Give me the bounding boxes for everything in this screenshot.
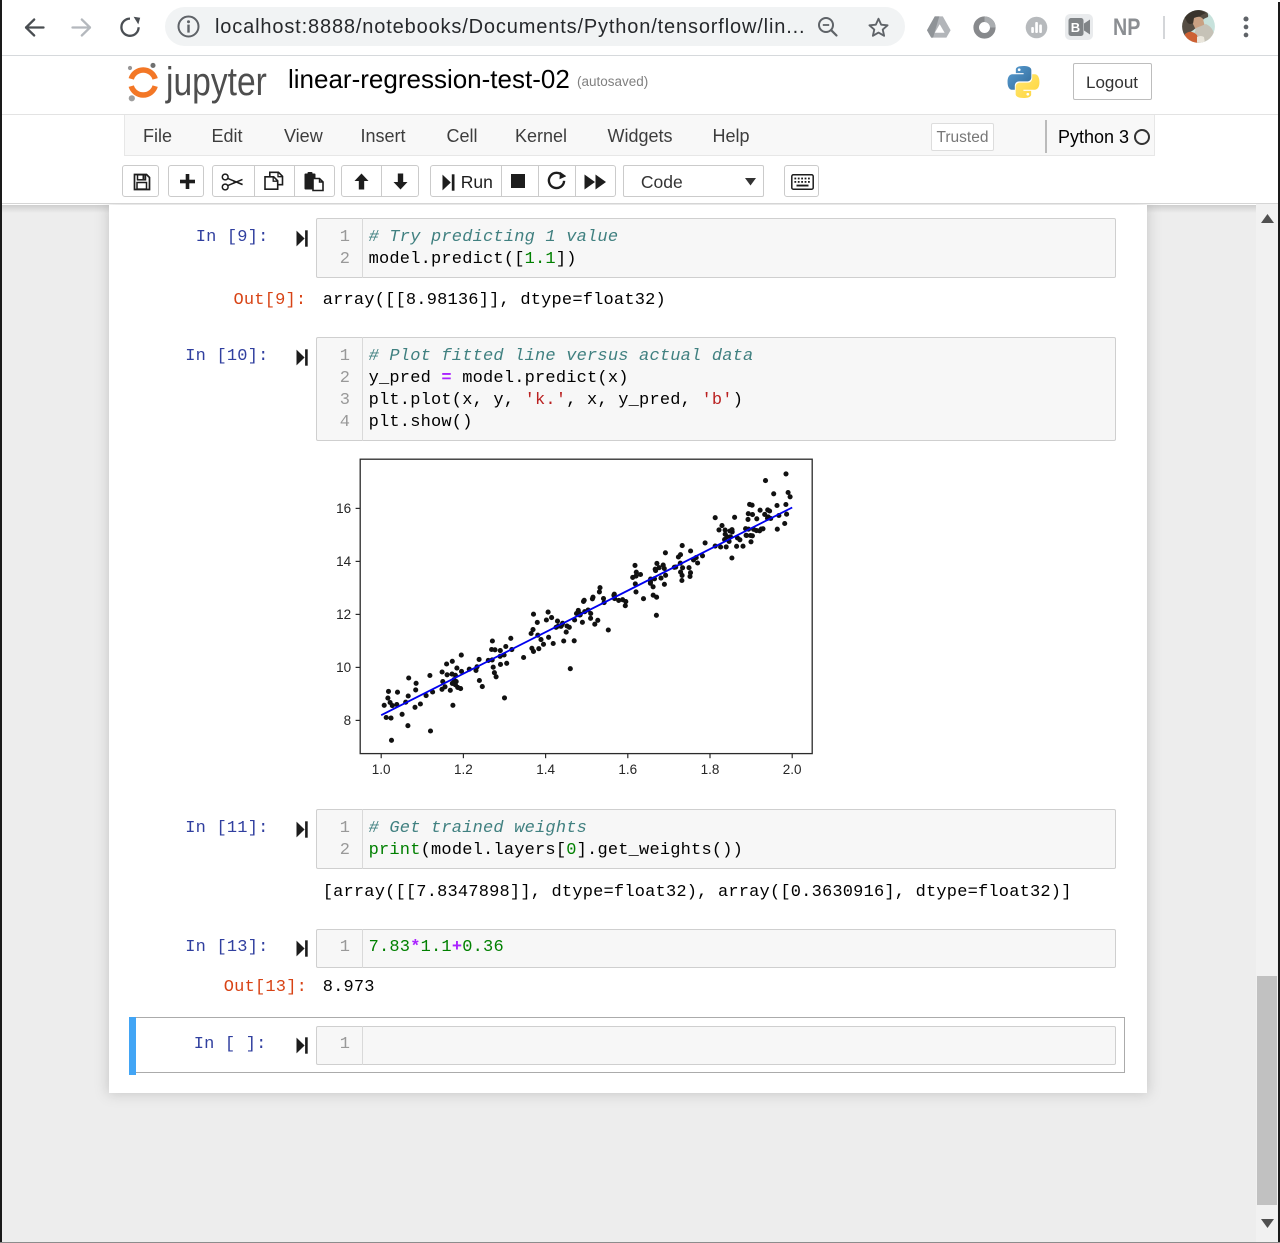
svg-text:1.8: 1.8 (701, 762, 720, 777)
svg-text:12: 12 (336, 607, 351, 622)
svg-text:2.0: 2.0 (783, 762, 802, 777)
svg-text:14: 14 (336, 554, 352, 569)
svg-text:16: 16 (336, 501, 351, 516)
svg-text:1.6: 1.6 (618, 762, 637, 777)
svg-text:1.4: 1.4 (536, 762, 555, 777)
svg-text:8: 8 (344, 713, 352, 728)
svg-text:1.2: 1.2 (454, 762, 473, 777)
svg-text:1.0: 1.0 (372, 762, 391, 777)
svg-text:10: 10 (336, 660, 351, 675)
svg-text:B: B (1071, 20, 1080, 35)
